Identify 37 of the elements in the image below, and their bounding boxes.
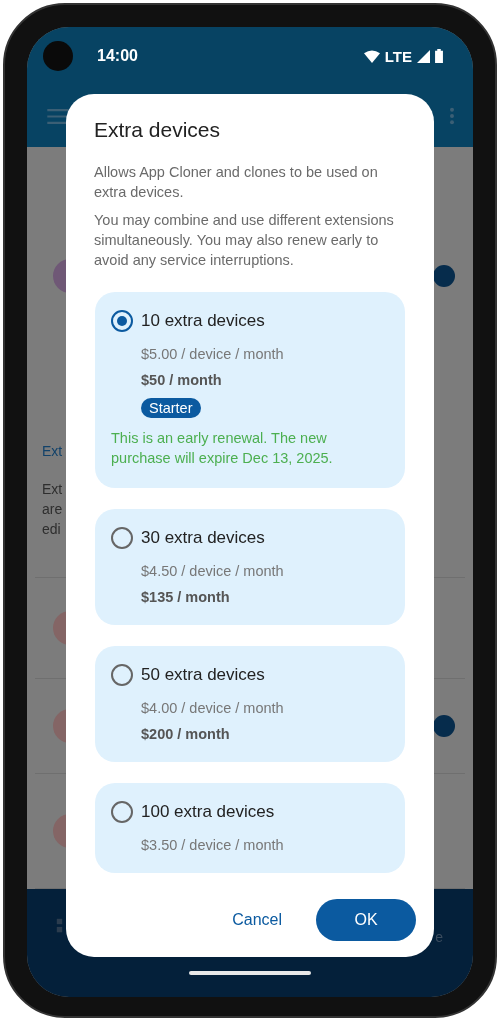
unit-price: $5.00 / device / month — [141, 346, 284, 362]
radio-button[interactable] — [111, 527, 133, 549]
signal-icon — [417, 49, 430, 63]
status-time: 14:00 — [97, 47, 138, 65]
option-card[interactable]: 50 extra devices $4.00 / device / month $200 / month — [95, 646, 405, 762]
description-fragment: Ext — [42, 481, 63, 498]
description-fragment: edi — [42, 521, 61, 538]
network-label: LTE — [384, 47, 412, 65]
section-heading: Ext — [42, 443, 63, 459]
monthly-price: $135 / month — [141, 589, 230, 605]
monthly-price: $50 / month — [141, 372, 222, 388]
wifi-icon — [363, 49, 380, 63]
option-label: 100 extra devices — [141, 802, 275, 822]
radio-button[interactable] — [111, 664, 133, 686]
cancel-button[interactable]: Cancel — [232, 901, 282, 939]
plan-badge: Starter — [141, 398, 201, 418]
option-card[interactable]: 100 extra devices $3.50 / device / month — [95, 783, 405, 873]
description-fragment: are — [42, 501, 63, 518]
dialog-title: Extra devices — [93, 118, 222, 142]
unit-price: $4.00 / device / month — [141, 700, 284, 716]
radio-button[interactable] — [111, 801, 133, 823]
menu-icon[interactable] — [47, 108, 69, 124]
radio-button[interactable] — [111, 310, 133, 332]
option-label: 50 extra devices — [141, 665, 265, 685]
unit-price: $3.50 / device / month — [141, 837, 284, 853]
option-card[interactable]: 10 extra devices $5.00 / device / month $50 / month Starter This is an early renewal. The new purchase will expire Dec 13, 2025. — [95, 292, 405, 488]
battery-icon — [435, 49, 443, 63]
dialog-text: Allows App Cloner and clones to be used on extra devices. — [93, 163, 379, 202]
monthly-price: $200 / month — [141, 726, 230, 742]
ok-button[interactable]: OK — [316, 899, 416, 941]
camera-hole — [43, 41, 73, 71]
option-label: 10 extra devices — [141, 311, 265, 331]
option-card[interactable]: 30 extra devices $4.50 / device / month $135 / month — [95, 509, 405, 625]
dialog-text: You may combine and use different extensions simultaneously. You may also renew early to avoid any service interruptions. — [93, 211, 395, 270]
option-label: 30 extra devices — [141, 528, 265, 548]
unit-price: $4.50 / device / month — [141, 563, 284, 579]
renewal-note: This is an early renewal. The new purchase will expire Dec 13, 2025. — [111, 429, 334, 468]
